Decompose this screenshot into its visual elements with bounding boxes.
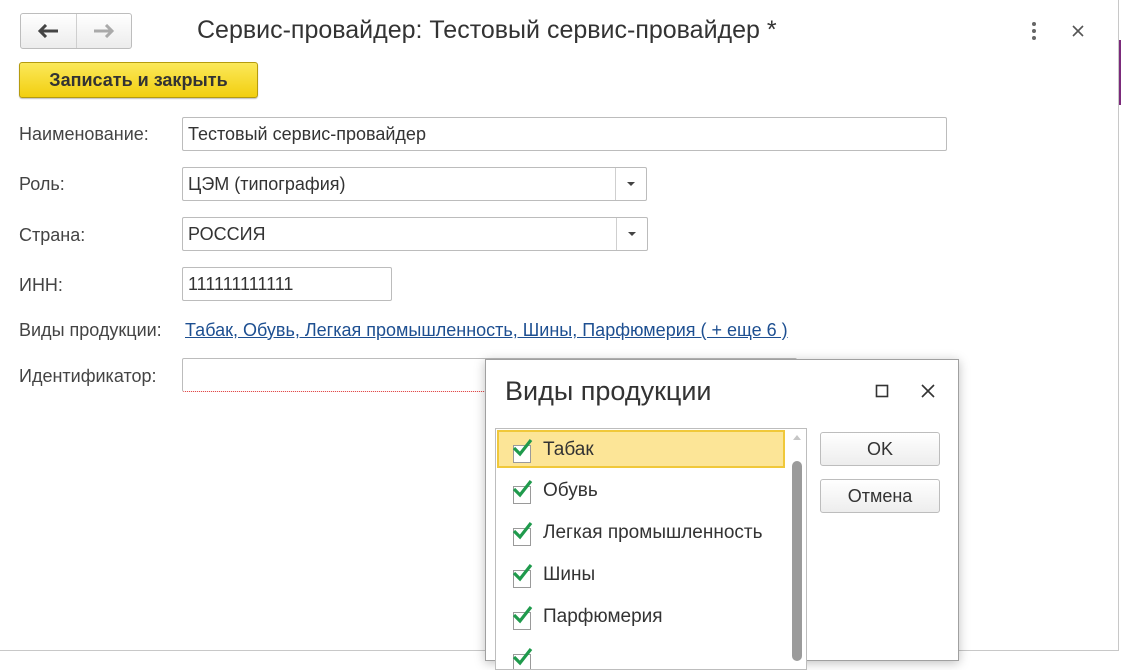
list-item[interactable]: Парфюмерия [497,597,785,635]
role-select[interactable]: ЦЭМ (типография) [182,167,647,201]
scrollbar-thumb[interactable] [792,461,802,661]
list-item-label: Легкая промышленность [543,522,763,543]
inn-input[interactable]: 111111111111 [182,267,392,301]
arrow-right-icon [93,24,114,38]
country-value: РОССИЯ [188,223,266,244]
scrollbar[interactable] [790,429,804,669]
vertical-dots-icon[interactable] [1024,20,1044,42]
checkmark-icon [512,439,533,457]
checkmark-icon [512,480,533,498]
country-dropdown-button[interactable] [616,218,647,250]
products-label: Виды продукции: [19,320,162,340]
chevron-down-icon [627,182,635,186]
maximize-icon[interactable] [875,384,889,398]
list-item-label: Табак [543,439,594,460]
products-dialog: Виды продукции Табак Обувь Легкая промыш… [485,359,959,670]
chevron-down-icon [628,232,636,236]
checkmark-icon [512,522,533,540]
cancel-button[interactable]: Отмена [820,479,940,513]
list-item-label: Парфюмерия [543,606,663,627]
name-label: Наименование: [19,124,149,144]
navigation-buttons [20,13,132,49]
list-item[interactable]: Табак [497,430,785,468]
window-title: Сервис-провайдер: Тестовый сервис-провай… [197,16,777,44]
inn-label: ИНН: [19,275,63,295]
role-value: ЦЭМ (типография) [188,173,346,194]
list-item[interactable]: Обувь [497,471,785,509]
list-item-label: Шины [543,564,596,585]
inn-value: 111111111111 [188,273,294,294]
ok-button[interactable]: OK [820,432,940,466]
name-value: Тестовый сервис-провайдер [188,123,426,144]
close-icon[interactable] [919,382,937,400]
arrow-left-icon [38,24,59,38]
identifier-label: Идентификатор: [19,366,157,386]
products-link[interactable]: Табак, Обувь, Легкая промышленность, Шин… [185,320,788,341]
role-label: Роль: [19,174,65,194]
list-item[interactable]: Шины [497,555,785,593]
checkmark-icon [512,564,533,582]
country-select[interactable]: РОССИЯ [182,217,648,251]
save-and-close-button[interactable]: Записать и закрыть [19,62,258,98]
back-button[interactable] [21,14,76,48]
name-input[interactable]: Тестовый сервис-провайдер [182,117,947,151]
list-item-label: Обувь [543,480,598,501]
checkmark-icon [512,648,533,666]
close-icon[interactable] [1069,22,1087,40]
dialog-title: Виды продукции [505,376,712,406]
list-item-partial[interactable] [497,639,785,669]
checkmark-icon [512,606,533,624]
role-dropdown-button[interactable] [615,168,646,200]
products-list: Табак Обувь Легкая промышленность Шины П… [495,428,807,670]
scroll-up-arrow-icon[interactable] [793,435,801,440]
list-item[interactable]: Легкая промышленность [497,513,785,551]
country-label: Страна: [19,225,86,245]
forward-button[interactable] [75,14,132,48]
